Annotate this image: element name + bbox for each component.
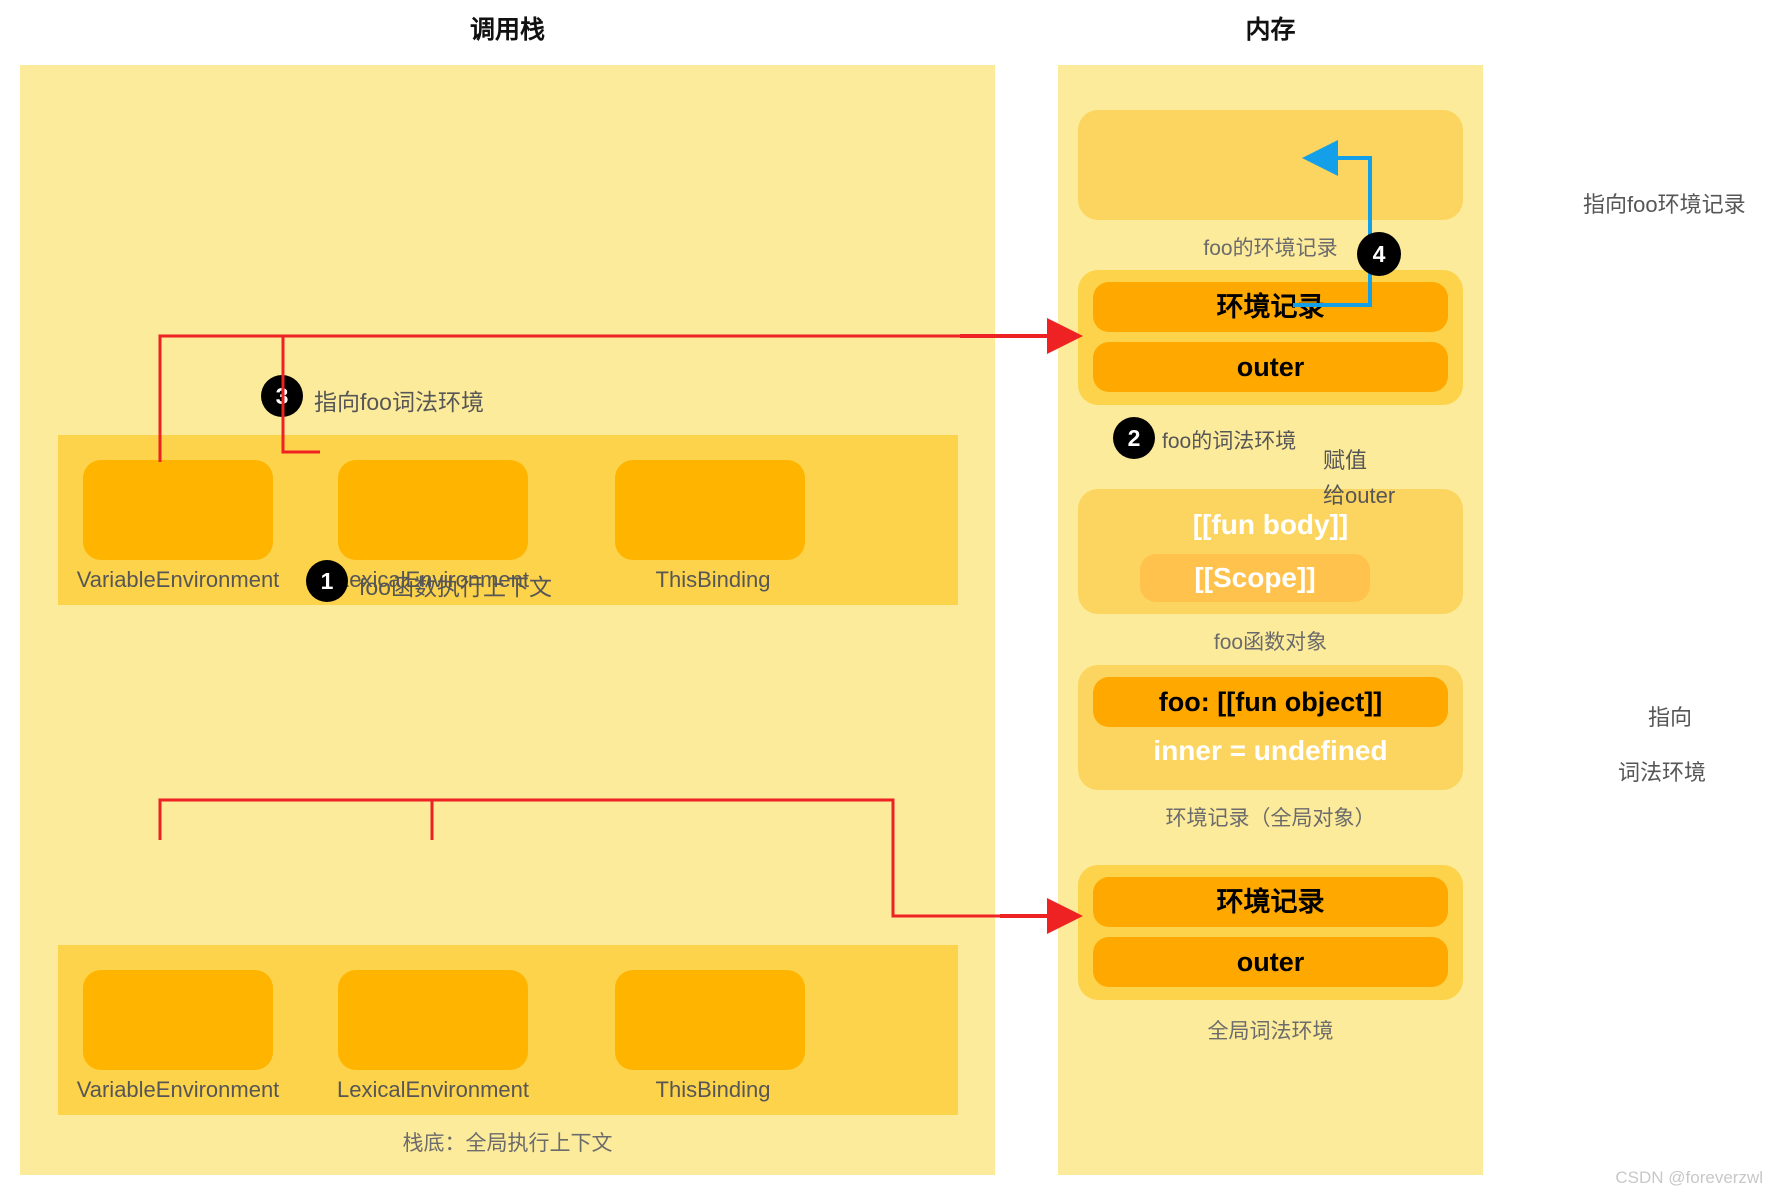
global-this-binding-slot[interactable]: [615, 970, 805, 1070]
memory-panel: foo的环境记录 环境记录 outer 2 foo的词法环境 [[fun bod…: [1058, 65, 1483, 1175]
annotation-3-label: 指向foo词法环境: [314, 389, 484, 415]
global-environment-record-card[interactable]: foo: [[fun object]] inner = undefined: [1078, 665, 1463, 790]
callstack-column-title: 调用栈: [469, 16, 545, 44]
global-lexenv-outer-row[interactable]: outer: [1093, 937, 1448, 987]
foo-function-object-card[interactable]: [[fun body]] [[Scope]]: [1078, 489, 1463, 614]
assign-outer-line1: 赋值: [1323, 448, 1368, 473]
global-lexenv-record-row[interactable]: 环境记录: [1093, 877, 1448, 927]
badge-1: 1: [306, 560, 348, 602]
global-execution-context[interactable]: VariableEnvironment LexicalEnvironment T…: [58, 945, 958, 1115]
foo-variable-environment-slot[interactable]: [83, 460, 273, 560]
foo-lexical-environment-caption: foo的词法环境: [1162, 430, 1297, 453]
global-variable-environment-label: VariableEnvironment: [76, 1077, 280, 1102]
foo-lexenv-record-row[interactable]: 环境记录: [1093, 282, 1448, 332]
arrow-4-label: 指向foo环境记录: [1583, 192, 1746, 217]
watermark: CSDN @foreverzwl: [1615, 1168, 1763, 1187]
foo-lexical-environment-card[interactable]: 环境记录 outer: [1078, 270, 1463, 405]
inner-undefined-text: inner = undefined: [1153, 735, 1388, 766]
foo-variable-environment-label: VariableEnvironment: [76, 567, 280, 592]
foo-this-binding-label: ThisBinding: [655, 567, 771, 592]
foo-function-object-caption: foo函数对象: [1213, 631, 1328, 654]
foo-this-binding-slot[interactable]: [615, 460, 805, 560]
memory-column-title: 内存: [1245, 16, 1296, 44]
assign-outer-line2: 给outer: [1323, 483, 1396, 508]
foo-environment-record-card[interactable]: [1078, 110, 1463, 220]
global-lexical-environment-slot[interactable]: [338, 970, 528, 1070]
global-lexical-environment-label: LexicalEnvironment: [337, 1077, 529, 1102]
global-environment-record-caption: 环境记录（全局对象）: [1165, 807, 1376, 830]
global-foo-binding-row[interactable]: foo: [[fun object]]: [1093, 677, 1448, 727]
foo-lexical-environment-slot[interactable]: [338, 460, 528, 560]
foo-environment-record-caption: foo的环境记录: [1203, 237, 1338, 260]
fun-body-text: [[fun body]]: [1192, 509, 1349, 540]
global-variable-environment-slot[interactable]: [83, 970, 273, 1070]
foo-lexenv-outer-row[interactable]: outer: [1093, 342, 1448, 392]
callstack-panel: 3 指向foo词法环境 VariableEnvironment LexicalE…: [20, 65, 995, 1175]
foo-context-caption: foo函数执行上下文: [359, 574, 552, 600]
global-this-binding-label: ThisBinding: [655, 1077, 771, 1102]
point-lexical-line2: 词法环境: [1618, 760, 1707, 785]
badge-2: 2: [1113, 417, 1155, 459]
badge-3: 3: [261, 375, 303, 417]
stack-bottom-caption: 栈底：全局执行上下文: [402, 1132, 613, 1155]
scope-pill[interactable]: [[Scope]]: [1140, 554, 1370, 602]
global-lexical-environment-card[interactable]: 环境记录 outer: [1078, 865, 1463, 1000]
point-lexical-line1: 指向: [1648, 705, 1693, 730]
global-lexical-environment-caption: 全局词法环境: [1207, 1020, 1334, 1043]
badge-4: 4: [1357, 232, 1401, 276]
